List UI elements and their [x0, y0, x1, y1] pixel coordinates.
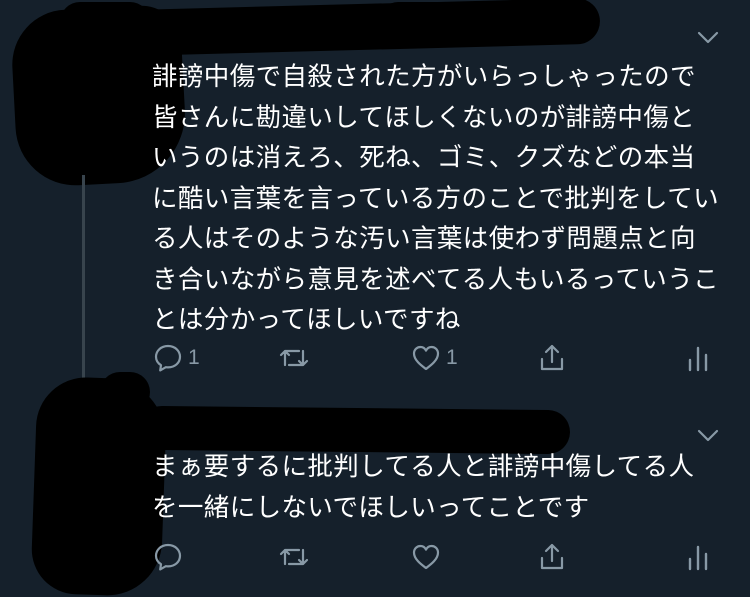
redaction-mark — [100, 372, 150, 412]
tweet[interactable]: まぁ要するに批判してる人と誹謗中傷してる人を一緒にしないでほしいってことです — [0, 372, 750, 597]
share-icon — [536, 541, 568, 573]
retweet-button[interactable] — [277, 340, 315, 376]
reply-icon — [152, 342, 184, 374]
reply-count: 1 — [188, 346, 200, 369]
tweet-text: まぁ要するに批判してる人と誹謗中傷してる人を一緒にしないでほしいってことです — [152, 452, 695, 523]
thread-line — [82, 175, 85, 390]
analytics-icon — [685, 342, 711, 374]
analytics-button[interactable] — [685, 539, 711, 575]
chevron-down-icon[interactable] — [696, 428, 720, 444]
heart-icon — [410, 541, 442, 573]
redaction-mark — [380, 2, 590, 38]
tweet-text: 誹謗中傷で自殺された方がいらっしゃったので皆さんに勘違いしてほしくないのが誹謗中… — [152, 62, 719, 335]
retweet-icon — [277, 541, 311, 573]
tweet-actions: 1 1 — [152, 340, 722, 376]
analytics-icon — [685, 541, 711, 573]
share-icon — [536, 342, 568, 374]
like-button[interactable] — [410, 539, 446, 575]
like-count: 1 — [446, 346, 458, 369]
reply-button[interactable] — [152, 539, 188, 575]
share-button[interactable] — [536, 539, 568, 575]
chevron-down-icon[interactable] — [696, 30, 720, 46]
analytics-button[interactable] — [685, 340, 711, 376]
heart-icon — [410, 342, 442, 374]
reply-button[interactable]: 1 — [152, 340, 200, 376]
tweet[interactable]: 誹謗中傷で自殺された方がいらっしゃったので皆さんに勘違いしてほしくないのが誹謗中… — [0, 0, 750, 392]
like-button[interactable]: 1 — [410, 340, 458, 376]
redaction-mark — [30, 375, 168, 597]
share-button[interactable] — [536, 340, 568, 376]
reply-icon — [152, 541, 184, 573]
retweet-icon — [277, 342, 311, 374]
retweet-button[interactable] — [277, 539, 315, 575]
tweet-actions — [152, 539, 722, 575]
